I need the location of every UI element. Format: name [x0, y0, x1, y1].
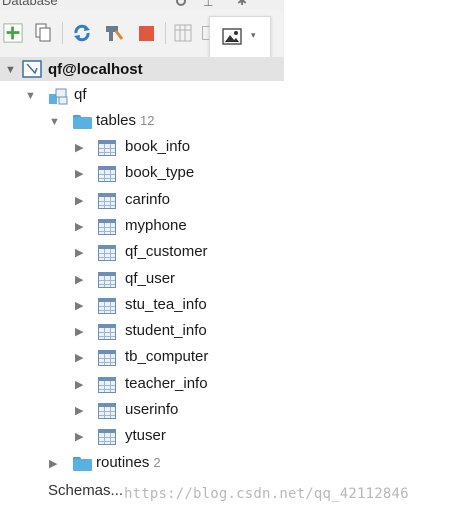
- table-icon: [98, 324, 116, 340]
- connection-label: qf@localhost: [48, 61, 143, 78]
- table-icon: [98, 219, 116, 235]
- schemas-link[interactable]: Schemas...: [48, 482, 123, 499]
- toolbar: ▾: [0, 10, 284, 59]
- connection-icon: [22, 60, 42, 78]
- table-name: book_type: [125, 164, 195, 181]
- collapse-arrow-icon[interactable]: ▶: [49, 458, 57, 470]
- collapse-arrow-icon[interactable]: ▶: [75, 431, 83, 443]
- table-row[interactable]: ▶ ytuser: [0, 424, 300, 450]
- table-icon: [98, 140, 116, 156]
- table-row[interactable]: ▶ qf_user: [0, 267, 300, 293]
- add-icon: [3, 23, 23, 43]
- table-row[interactable]: ▶ qf_customer: [0, 240, 300, 266]
- table-row[interactable]: ▶ student_info: [0, 319, 300, 345]
- refresh-icon: [74, 24, 90, 42]
- watermark-text: https://blog.csdn.net/qq_42112846: [124, 486, 409, 502]
- collapse-arrow-icon[interactable]: ▶: [75, 168, 83, 180]
- collapse-arrow-icon[interactable]: ▶: [75, 221, 83, 233]
- schema-icon: [49, 88, 68, 105]
- table-icon: [98, 377, 116, 393]
- tables-folder-label: tables: [96, 112, 137, 129]
- tables-folder-text: tables 12: [96, 112, 155, 129]
- table-icon: [98, 245, 116, 261]
- table-name: teacher_info: [125, 375, 208, 392]
- table-name: carinfo: [125, 191, 171, 208]
- collapse-arrow-icon[interactable]: ▶: [75, 195, 83, 207]
- table-name: userinfo: [125, 401, 179, 418]
- settings-icon[interactable]: [176, 0, 186, 6]
- copy-button[interactable]: [33, 23, 53, 43]
- tables-count: 12: [140, 113, 155, 128]
- table-icon: [98, 429, 116, 445]
- table-name: book_info: [125, 138, 191, 155]
- collapse-arrow-icon[interactable]: ▶: [75, 326, 83, 338]
- gear-icon[interactable]: ✱: [237, 0, 247, 7]
- add-button[interactable]: [3, 23, 23, 43]
- table-row[interactable]: ▶ tb_computer: [0, 345, 300, 371]
- table-icon: [98, 350, 116, 366]
- table-icon: [98, 193, 116, 209]
- collapse-arrow-icon[interactable]: ▶: [75, 379, 83, 391]
- connection-node[interactable]: ▼ qf@localhost: [0, 57, 284, 81]
- stop-icon: [138, 25, 154, 41]
- routines-folder-node[interactable]: ▶ routines 2: [0, 451, 300, 477]
- routines-count: 2: [153, 455, 161, 470]
- expand-arrow-icon[interactable]: ▼: [49, 116, 60, 128]
- routines-folder-text: routines 2: [96, 454, 161, 471]
- table-icon: [98, 403, 116, 419]
- table-name: qf_user: [125, 270, 176, 287]
- collapse-arrow-icon[interactable]: ▶: [75, 300, 83, 312]
- collapse-arrow-icon[interactable]: ▶: [75, 142, 83, 154]
- chevron-down-icon: ▾: [251, 30, 256, 40]
- table-name: tb_computer: [125, 348, 209, 365]
- pin-icon[interactable]: ⊥: [203, 0, 213, 8]
- tables-folder-node[interactable]: ▼ tables 12: [0, 109, 300, 135]
- schema-node[interactable]: ▼ qf: [0, 83, 300, 109]
- table-icon: [98, 166, 116, 182]
- panel-title-bar: Database ⊥ ✱: [0, 0, 284, 10]
- panel-title: Database: [2, 0, 58, 8]
- stop-button[interactable]: [136, 23, 156, 43]
- routines-folder-label: routines: [96, 454, 150, 471]
- table-name: myphone: [125, 217, 187, 234]
- collapse-arrow-icon[interactable]: ▶: [75, 247, 83, 259]
- table-icon: [98, 298, 116, 314]
- expand-arrow-icon[interactable]: ▼: [5, 64, 16, 76]
- edit-button[interactable]: [104, 23, 124, 43]
- wrench-icon: [106, 26, 124, 41]
- refresh-button[interactable]: [72, 23, 92, 43]
- copy-icon: [35, 23, 51, 42]
- table-row[interactable]: ▶ book_type: [0, 161, 300, 187]
- collapse-arrow-icon[interactable]: ▶: [75, 274, 83, 286]
- folder-icon: [73, 115, 92, 129]
- table-row[interactable]: ▶ userinfo: [0, 398, 300, 424]
- table-row[interactable]: ▶ stu_tea_info: [0, 293, 300, 319]
- table-name: qf_customer: [125, 243, 208, 260]
- schema-label: qf: [74, 86, 87, 103]
- image-icon: [222, 28, 242, 45]
- expand-arrow-icon[interactable]: ▼: [25, 90, 36, 102]
- table-row[interactable]: ▶ book_info: [0, 135, 300, 161]
- table-view-button[interactable]: [173, 23, 193, 43]
- table-name: student_info: [125, 322, 207, 339]
- table-row[interactable]: ▶ teacher_info: [0, 372, 300, 398]
- table-row[interactable]: ▶ carinfo: [0, 188, 300, 214]
- folder-icon: [73, 457, 92, 471]
- table-name: ytuser: [125, 427, 166, 444]
- table-icon: [98, 272, 116, 288]
- collapse-arrow-icon[interactable]: ▶: [75, 352, 83, 364]
- diagram-dropdown[interactable]: ▾: [209, 16, 271, 58]
- table-name: stu_tea_info: [125, 296, 207, 313]
- table-grid-icon: [174, 24, 192, 42]
- table-row[interactable]: ▶ myphone: [0, 214, 300, 240]
- collapse-arrow-icon[interactable]: ▶: [75, 405, 83, 417]
